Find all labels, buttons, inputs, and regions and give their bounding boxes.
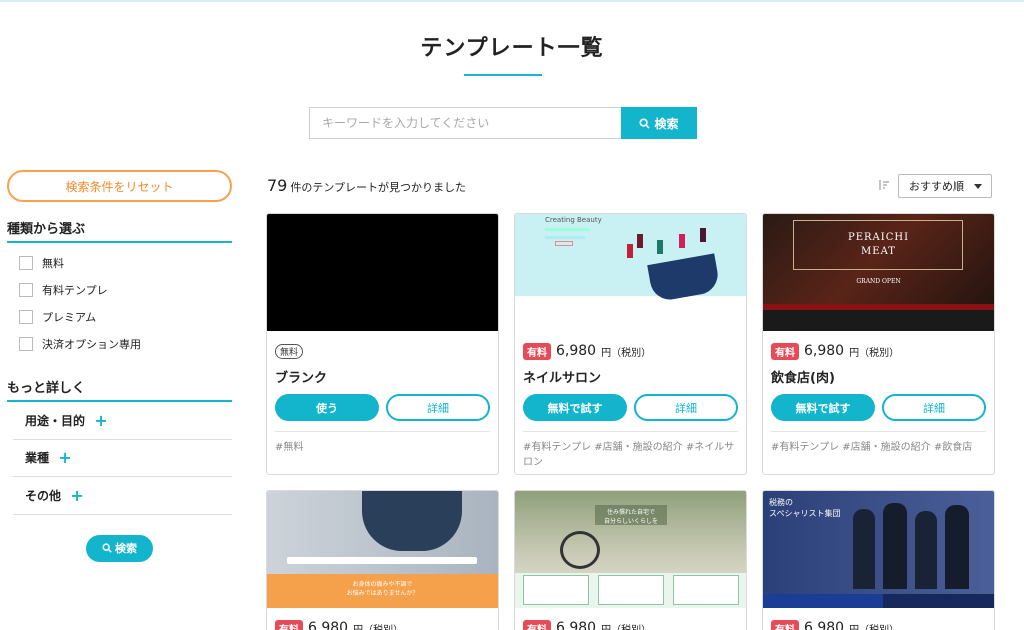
price-unit: 円（税別） [601,347,652,359]
type-option-label: 決済オプション専用 [42,337,141,351]
detail-button[interactable]: 詳細 [634,394,738,421]
result-number: 79 [267,176,288,195]
price: 6,980 [556,343,597,359]
thumbnail-heading: 住み慣れた自宅で 自分らしいくらしを [603,509,658,525]
checkbox[interactable] [19,255,33,270]
sort-dropdown[interactable]: おすすめ順 [898,174,992,198]
template-thumbnail[interactable]: 税務の スペシャリスト集団 [763,491,994,608]
type-option-payment[interactable]: 決済オプション専用 [7,330,232,357]
sort-label: おすすめ順 [909,180,964,193]
template-card-restaurant[interactable]: PERAICHI MEAT GRAND OPEN 有料 6,980 円（税別） 飲食… [762,213,995,475]
thumbnail-brand-sub: MEAT [861,246,896,257]
result-count: 79 件のテンプレートが見つかりました [267,176,466,195]
search-input[interactable] [309,107,621,139]
try-free-button[interactable]: 無料で試す [523,394,627,421]
template-tags: #有料テンプレ #店舗・施設の紹介 #飲食店 [771,431,986,455]
template-thumbnail[interactable]: お身体の痛みや不調で お悩みではありませんか？ [267,491,498,608]
accordion-industry[interactable]: 業種 + [13,440,232,477]
template-thumbnail[interactable]: Creating Beauty [515,214,746,331]
price: 6,980 [804,620,845,630]
top-divider [0,0,1024,2]
free-badge: 無料 [275,343,304,359]
price-unit: 円（税別） [849,624,900,630]
template-title: 飲食店(肉) [771,371,835,386]
accordion-label: その他 [25,488,62,503]
use-button[interactable]: 使う [275,394,379,421]
reset-filters-button[interactable]: 検索条件をリセット [7,170,232,202]
type-option-premium[interactable]: プレミアム [7,303,232,330]
thumbnail-heading: Creating Beauty [545,216,602,224]
accordion-purpose[interactable]: 用途・目的 + [13,402,232,440]
type-option-label: 無料 [42,256,64,270]
template-tags: #無料 [275,431,490,455]
template-card-nail-salon[interactable]: Creating Beauty 有料 6,980 円（税別） ネイルサロン 無料で試… [514,213,747,475]
template-thumbnail[interactable]: 住み慣れた自宅で 自分らしいくらしを [515,491,746,608]
price-unit: 円（税別） [353,624,404,630]
price: 6,980 [556,620,597,630]
thumbnail-heading: 税務の スペシャリスト集団 [769,498,841,518]
plus-icon[interactable]: + [93,411,109,430]
price: 6,980 [308,620,349,630]
type-option-free[interactable]: 無料 [7,249,232,276]
paid-badge: 有料 [523,342,551,360]
thumbnail-banner-text: お身体の痛みや不調で お悩みではありませんか？ [346,581,419,597]
try-free-button[interactable]: 無料で試す [771,394,875,421]
search-button-label: 検索 [654,116,679,131]
template-title: ネイルサロン [523,371,602,386]
accordion-label: 用途・目的 [25,413,86,428]
template-tags: #有料テンプレ #店舗・施設の紹介 #ネイルサロン [523,431,738,470]
accordion-label: 業種 [25,451,50,466]
template-title: ブランク [275,371,328,386]
detail-heading: もっと詳しく [7,377,232,402]
type-option-label: プレミアム [42,310,97,324]
plus-icon[interactable]: + [57,448,73,467]
search-bar: 検索 [309,107,697,139]
checkbox[interactable] [19,309,33,324]
detail-button[interactable]: 詳細 [386,394,490,421]
price-unit: 円（税別） [849,347,900,359]
price-unit: 円（税別） [601,624,652,630]
result-suffix: 件のテンプレートが見つかりました [290,181,467,194]
paid-badge: 有料 [523,619,551,630]
sidebar-search-label: 検索 [115,542,137,555]
chevron-down-icon [974,184,982,189]
search-icon [639,117,651,129]
template-card-tax[interactable]: 税務の スペシャリスト集団 有料 6,980 円（税別） [762,490,995,630]
template-card-chiropractic[interactable]: お身体の痛みや不調で お悩みではありませんか？ 有料 6,980 円（税別） [266,490,499,630]
plus-icon[interactable]: + [69,486,85,505]
template-thumbnail[interactable]: PERAICHI MEAT GRAND OPEN [763,214,994,331]
detail-button[interactable]: 詳細 [882,394,986,421]
template-thumbnail[interactable] [267,214,498,331]
filter-sidebar: 検索条件をリセット 種類から選ぶ 無料 有料テンプレ プレミアム 決済オプション… [7,170,232,562]
type-option-label: 有料テンプレ [42,283,108,297]
thumbnail-subtitle: GRAND OPEN [856,278,901,285]
price: 6,980 [804,343,845,359]
accordion-other[interactable]: その他 + [13,477,232,515]
sort-icon[interactable] [878,179,890,191]
type-options: 無料 有料テンプレ プレミアム 決済オプション専用 [7,249,232,357]
type-option-paid[interactable]: 有料テンプレ [7,276,232,303]
title-underline [464,74,542,76]
checkbox[interactable] [19,336,33,351]
template-card-care[interactable]: 住み慣れた自宅で 自分らしいくらしを 有料 6,980 円（税別） [514,490,747,630]
paid-badge: 有料 [771,619,799,630]
thumbnail-brand: PERAICHI [847,232,910,243]
checkbox[interactable] [19,282,33,297]
paid-badge: 有料 [275,619,303,630]
paid-badge: 有料 [771,342,799,360]
type-heading: 種類から選ぶ [7,218,232,243]
sidebar-search-button[interactable]: 検索 [86,534,153,562]
page-title: テンプレート一覧 [420,36,604,61]
template-card-blank[interactable]: 無料 ブランク 使う 詳細 #無料 [266,213,499,475]
search-button[interactable]: 検索 [621,107,697,139]
search-icon [102,543,112,553]
